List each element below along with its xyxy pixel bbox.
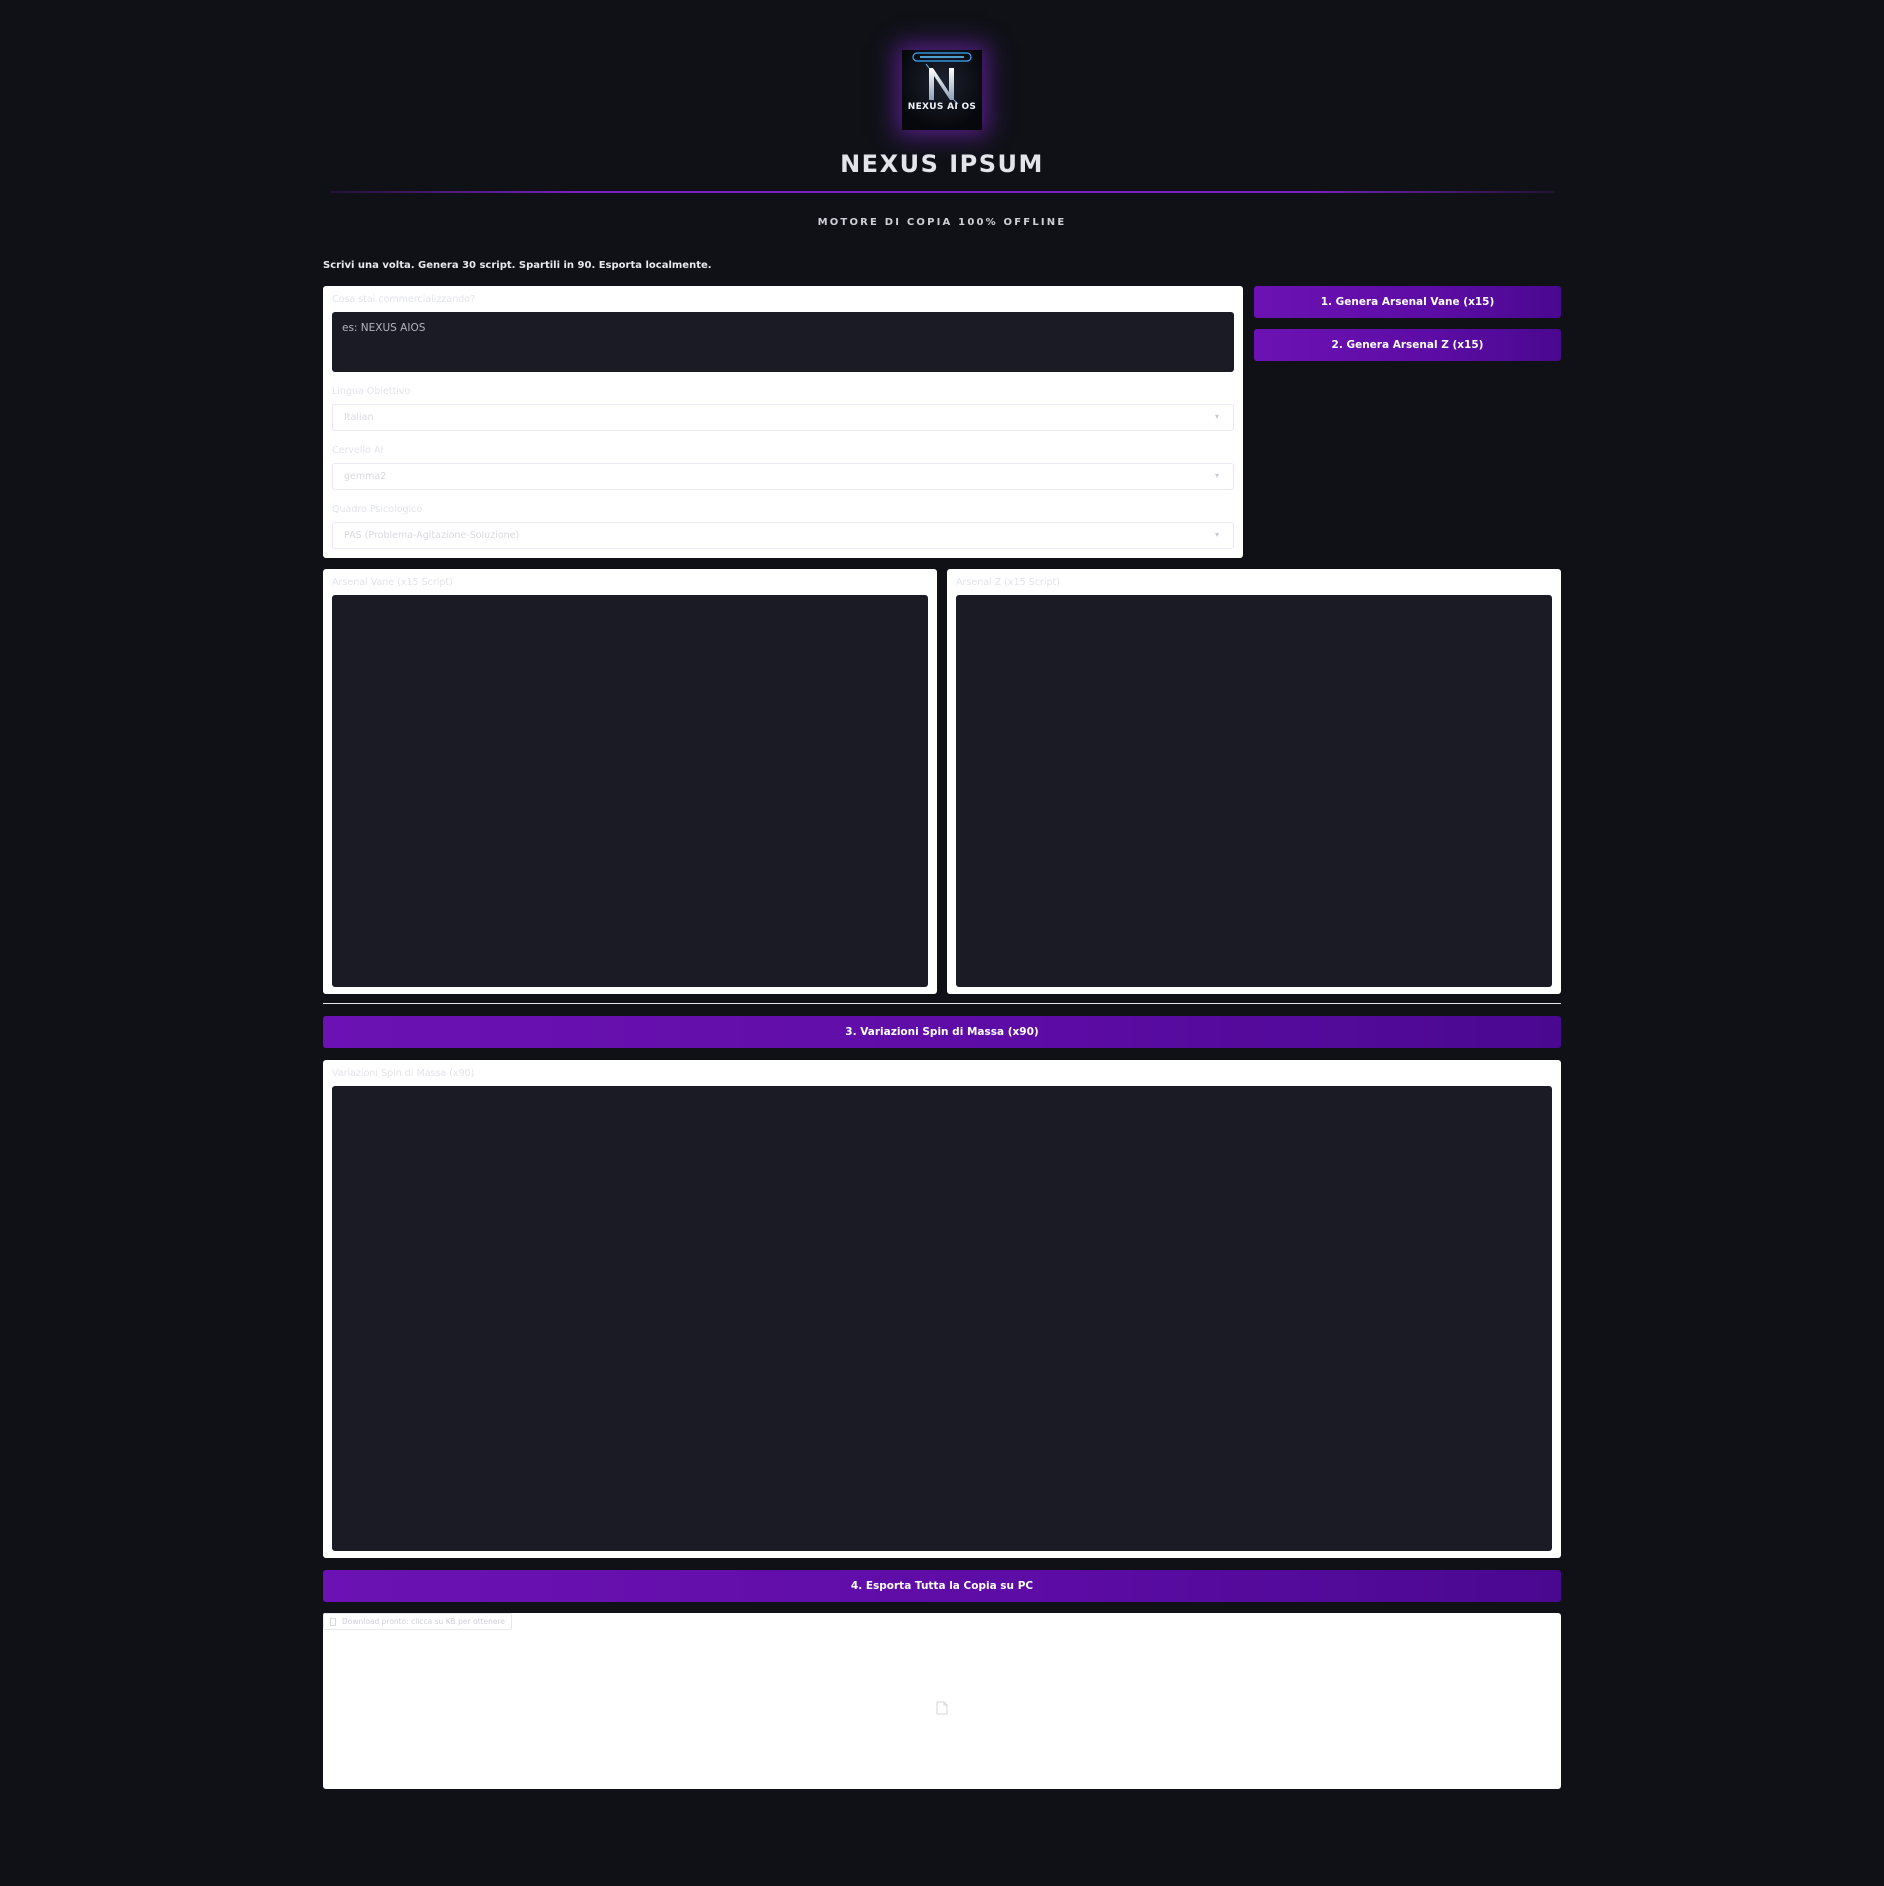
- vane-output-textarea[interactable]: [332, 595, 928, 987]
- spin-output-panel: Variazioni Spin di Massa (x90): [323, 1060, 1561, 1558]
- brain-label: Cervello AI: [332, 445, 384, 456]
- logo: NEXUS AI OS: [902, 50, 982, 130]
- app-root: NEXUS AI OS NEXUS IPSUM MOTORE DI COPIA …: [0, 0, 1884, 1886]
- chevron-down-icon: ▾: [1215, 471, 1220, 480]
- brain-select[interactable]: gemma2 ▾: [332, 463, 1234, 490]
- export-button[interactable]: 4. Esporta Tutta la Copia su PC: [323, 1570, 1561, 1602]
- z-output-panel: Arsenal Z (x15 Script): [947, 569, 1561, 994]
- spin-variations-button[interactable]: 3. Variazioni Spin di Massa (x90): [323, 1016, 1561, 1048]
- logo-text: NEXUS AI OS: [907, 102, 977, 112]
- vane-output-label: Arsenal Vane (x15 Script): [332, 577, 453, 588]
- generate-z-button[interactable]: 2. Genera Arsenal Z (x15): [1254, 329, 1561, 361]
- product-label: Cosa stai commercializzando?: [332, 294, 476, 305]
- section-divider: [323, 1003, 1561, 1004]
- z-output-textarea[interactable]: [956, 595, 1552, 987]
- chevron-down-icon: ▾: [1215, 412, 1220, 421]
- spin-output-textarea[interactable]: [332, 1086, 1552, 1551]
- generate-vane-button[interactable]: 1. Genera Arsenal Vane (x15): [1254, 286, 1561, 318]
- z-output-label: Arsenal Z (x15 Script): [956, 577, 1060, 588]
- framework-label: Quadro Psicologico: [332, 504, 423, 515]
- page-title: NEXUS IPSUM: [840, 150, 1044, 178]
- tagline: Scrivi una volta. Genera 30 script. Spar…: [323, 260, 712, 271]
- page-subtitle: MOTORE DI COPIA 100% OFFLINE: [817, 217, 1067, 228]
- file-icon[interactable]: [936, 1701, 948, 1715]
- document-icon: [330, 1618, 336, 1626]
- language-label: Lingua Obiettivo: [332, 386, 411, 397]
- input-form-panel: Cosa stai commercializzando? Lingua Obie…: [323, 286, 1243, 558]
- language-value: Italian: [344, 412, 374, 423]
- framework-value: PAS (Problema-Agitazione-Soluzione): [344, 530, 520, 541]
- brain-value: gemma2: [344, 471, 387, 482]
- language-select[interactable]: Italian ▾: [332, 404, 1234, 431]
- title-divider: [330, 191, 1554, 193]
- product-input[interactable]: [332, 312, 1234, 372]
- vane-output-panel: Arsenal Vane (x15 Script): [323, 569, 937, 994]
- download-ready-chip[interactable]: Download pronto: clicca su KB per ottene…: [323, 1613, 512, 1630]
- logo-graphic: [912, 52, 972, 105]
- spin-output-label: Variazioni Spin di Massa (x90): [332, 1068, 475, 1079]
- download-ready-label: Download pronto: clicca su KB per ottene…: [342, 1617, 505, 1626]
- chevron-down-icon: ▾: [1215, 530, 1220, 539]
- framework-select[interactable]: PAS (Problema-Agitazione-Soluzione) ▾: [332, 522, 1234, 549]
